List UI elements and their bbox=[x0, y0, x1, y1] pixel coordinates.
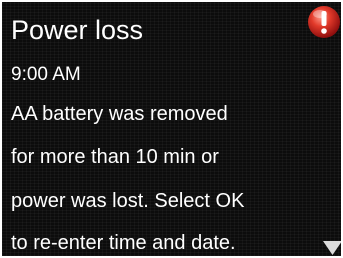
message-line: to re-enter time and date. bbox=[11, 232, 236, 254]
message-line: for more than 10 min or bbox=[11, 146, 219, 168]
message-line: power was lost. Select OK bbox=[11, 190, 245, 212]
scroll-down-arrow-icon[interactable] bbox=[322, 240, 341, 256]
dialog-title: Power loss bbox=[11, 15, 144, 45]
message-line: AA battery was removed bbox=[11, 103, 228, 125]
power-loss-screen: Power loss 9:00 AM AA battery was remove… bbox=[2, 2, 341, 256]
current-time: 9:00 AM bbox=[11, 64, 81, 85]
alert-exclamation-icon bbox=[308, 6, 340, 38]
